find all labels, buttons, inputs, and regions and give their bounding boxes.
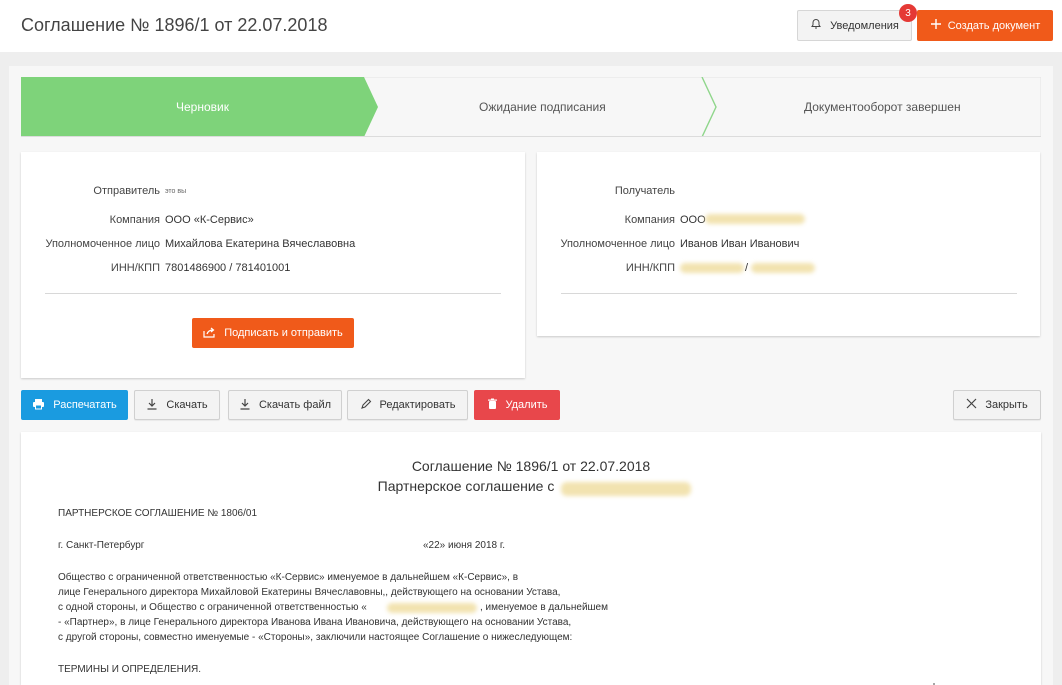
notifications-button[interactable]: Уведомления: [797, 10, 912, 41]
recipient-company-value: ООО: [680, 214, 706, 226]
close-button[interactable]: Закрыть: [953, 390, 1041, 420]
recipient-divider: [561, 293, 1017, 294]
mouse-cursor-icon: [933, 678, 943, 685]
redacted-inn: [680, 263, 744, 273]
page-title: Соглашение № 1896/1 от 22.07.2018: [21, 15, 328, 35]
recipient-title-label: Получатель: [614, 185, 675, 197]
sender-company-value: ООО «К-Сервис»: [165, 214, 254, 226]
download-file-button[interactable]: Скачать файл: [228, 390, 342, 420]
close-label: Закрыть: [985, 399, 1028, 411]
document-city: г. Санкт-Петербург: [58, 540, 145, 551]
sender-inn-value: 7801486900 / 781401001: [165, 262, 291, 274]
sign-and-send-button[interactable]: Подписать и отправить: [192, 318, 354, 348]
step-awaiting-signature: Ожидание подписания: [479, 100, 606, 114]
delete-button[interactable]: Удалить: [474, 390, 560, 420]
redacted-company: [705, 214, 805, 224]
document-paragraph-line: , именуемое в дальнейшем: [480, 602, 608, 613]
document-title: Соглашение № 1896/1 от 22.07.2018: [411, 458, 651, 474]
document-paragraph-line: - «Партнер», в лице Генерального директо…: [58, 617, 572, 628]
document-subtitle: Партнерское соглашение с: [377, 478, 555, 494]
delete-label: Удалить: [505, 399, 548, 411]
edit-button[interactable]: Редактировать: [347, 390, 468, 420]
recipient-inn-separator: /: [745, 262, 749, 274]
printer-icon: [32, 398, 45, 413]
document-date: «22» июня 2018 г.: [423, 540, 506, 551]
redacted-partner-company: [387, 603, 477, 613]
recipient-person-value: Иванов Иван Иванович: [680, 238, 800, 250]
document-heading: ПАРТНЕРСКОЕ СОГЛАШЕНИЕ № 1806/01: [58, 508, 258, 519]
document-paragraph-line: с другой стороны, совместно именуемые - …: [58, 632, 573, 643]
download-label: Скачать: [166, 399, 208, 411]
download-file-icon: [239, 398, 251, 413]
document-paragraph-line: Общество с ограниченной ответственностью…: [58, 572, 518, 583]
recipient-person-label: Уполномоченное лицо: [560, 238, 675, 250]
document-section-heading: ТЕРМИНЫ И ОПРЕДЕЛЕНИЯ.: [58, 664, 202, 675]
print-button[interactable]: Распечатать: [21, 390, 128, 420]
sender-inn-label: ИНН/КПП: [110, 262, 160, 274]
document-preview: Соглашение № 1896/1 от 22.07.2018 Партне…: [21, 432, 1041, 685]
notifications-label: Уведомления: [830, 19, 899, 32]
notifications-count-badge: 3: [899, 4, 917, 22]
step-completed: Документооборот завершен: [804, 100, 961, 114]
plus-icon: [930, 18, 942, 33]
sign-and-send-label: Подписать и отправить: [224, 327, 343, 339]
download-icon: [146, 398, 158, 413]
download-button[interactable]: Скачать: [134, 390, 220, 420]
create-document-label: Создать документ: [947, 19, 1041, 32]
create-document-button[interactable]: Создать документ: [917, 10, 1053, 41]
document-paragraph-line: лице Генерального директора Михайловой Е…: [58, 587, 561, 598]
bell-icon: [810, 18, 822, 33]
recipient-card: Получатель Компания ООО Уполномоченное л…: [537, 152, 1040, 336]
recipient-company-label: Компания: [624, 214, 675, 226]
share-icon: [203, 326, 216, 341]
trash-icon: [487, 398, 498, 413]
print-label: Распечатать: [53, 399, 117, 411]
redacted-kpp: [751, 263, 815, 273]
sender-person-value: Михайлова Екатерина Вячеславовна: [165, 238, 356, 250]
edit-label: Редактировать: [379, 399, 456, 411]
recipient-inn-label: ИНН/КПП: [625, 262, 675, 274]
document-paragraph-line: с одной стороны, и Общество с ограниченн…: [58, 602, 367, 613]
top-bar: Соглашение № 1896/1 от 22.07.2018 Уведом…: [0, 0, 1062, 52]
step-draft: Черновик: [176, 100, 229, 114]
sender-title-value: это вы: [165, 188, 187, 195]
close-icon: [966, 398, 977, 412]
pencil-icon: [360, 398, 372, 413]
sender-person-label: Уполномоченное лицо: [45, 238, 160, 250]
sender-divider: [45, 293, 501, 294]
sender-title-label: Отправитель: [93, 185, 160, 197]
sender-company-label: Компания: [109, 214, 160, 226]
download-file-label: Скачать файл: [258, 399, 332, 411]
status-stepper: Черновик Ожидание подписания Документооб…: [21, 77, 1041, 137]
redacted-partner-name: [561, 482, 691, 496]
